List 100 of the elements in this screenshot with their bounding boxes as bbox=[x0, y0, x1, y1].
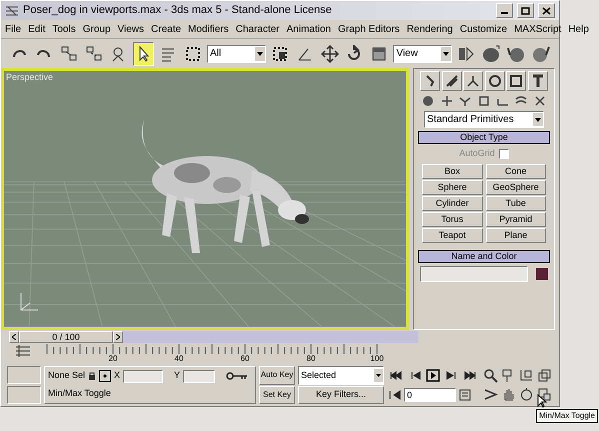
menu-item[interactable]: Graph Editors bbox=[338, 22, 400, 36]
utilities-tab-icon bbox=[530, 74, 545, 88]
x-coordinate-field[interactable] bbox=[123, 370, 164, 382]
caret-icon bbox=[374, 368, 383, 382]
object-type-button[interactable]: Pyramid bbox=[486, 212, 546, 226]
menu-item[interactable]: Views bbox=[118, 22, 144, 36]
selection-filter-dropdown[interactable]: All bbox=[207, 44, 266, 62]
key-filters-button[interactable]: Key Filters... bbox=[298, 386, 384, 404]
frame-tick-label: 80 bbox=[306, 354, 316, 364]
dropdown-value: Standard Primitives bbox=[427, 113, 514, 127]
object-type-button[interactable]: Plane bbox=[486, 228, 546, 242]
command-panel-tab[interactable] bbox=[463, 71, 484, 91]
menu-item[interactable]: Character bbox=[236, 22, 280, 36]
close-icon bbox=[542, 6, 551, 14]
menu-item[interactable]: Rendering bbox=[406, 22, 453, 36]
selection-status: None Sel bbox=[48, 369, 86, 382]
current-frame-field[interactable]: 0 bbox=[404, 388, 456, 402]
frame-tick-label: 20 bbox=[108, 354, 118, 364]
tooltip: Min/Max Toggle bbox=[536, 409, 598, 423]
menu-item[interactable]: Modifiers bbox=[188, 22, 229, 36]
object-type-button[interactable]: Teapot bbox=[422, 228, 482, 242]
object-type-button[interactable]: Cylinder bbox=[422, 196, 482, 210]
command-panel-tab[interactable] bbox=[528, 71, 548, 91]
min-max-toggle-icon[interactable] bbox=[537, 387, 552, 402]
key-icon[interactable] bbox=[226, 371, 248, 381]
object-type-button[interactable]: Sphere bbox=[422, 180, 482, 194]
menu-item[interactable]: Animation bbox=[286, 22, 331, 36]
maximize-icon bbox=[521, 6, 530, 14]
time-slider-thumb[interactable]: 0 / 100 bbox=[19, 331, 113, 343]
auto-key-button[interactable]: Auto Key bbox=[259, 366, 295, 384]
move-arrows-icon bbox=[320, 44, 338, 62]
unlink-icon bbox=[84, 44, 103, 62]
caret-icon bbox=[254, 46, 265, 60]
toolbar-button[interactable] bbox=[132, 42, 154, 66]
minimize-button[interactable] bbox=[496, 3, 513, 18]
y-label: Y bbox=[174, 369, 180, 382]
status-panel bbox=[7, 386, 41, 404]
minimize-icon bbox=[501, 12, 508, 14]
menu-item[interactable]: Create bbox=[151, 22, 182, 36]
window-title: Poser_dog in viewports.max - 3ds max 5 - Stand-alone License bbox=[23, 3, 333, 18]
go-to-end-icon[interactable] bbox=[463, 368, 477, 382]
sphere-icon[interactable] bbox=[421, 94, 435, 108]
status-panel bbox=[7, 366, 41, 384]
lock-icon[interactable] bbox=[88, 371, 96, 381]
key-mode-dropdown[interactable]: Selected bbox=[298, 366, 384, 384]
previous-frame-button[interactable] bbox=[9, 331, 19, 343]
menu-item[interactable]: Group bbox=[82, 22, 111, 36]
zoom-extents-all-icon[interactable] bbox=[537, 368, 552, 383]
caret-icon bbox=[441, 46, 452, 60]
zoom-icon[interactable] bbox=[483, 368, 498, 383]
object-type-button[interactable]: Torus bbox=[422, 212, 482, 226]
dropdown-value: View bbox=[396, 47, 418, 61]
dotted-rectangle-icon bbox=[184, 44, 202, 62]
object-name-field[interactable] bbox=[420, 266, 528, 282]
frame-tick-label: 100 bbox=[370, 354, 384, 364]
rollout-header[interactable]: Object Type bbox=[418, 131, 550, 144]
axis-tripod-icon bbox=[18, 291, 40, 313]
object-color-swatch[interactable] bbox=[536, 268, 548, 280]
autogrid-checkbox[interactable] bbox=[498, 148, 509, 159]
set-key-button[interactable]: Set Key bbox=[259, 386, 295, 404]
menu-item[interactable]: File bbox=[5, 22, 22, 36]
frame-tick-label: 60 bbox=[240, 354, 250, 364]
autogrid-label: AutoGrid bbox=[459, 147, 495, 160]
next-key-icon[interactable] bbox=[444, 368, 458, 382]
menu-item[interactable]: Tools bbox=[52, 22, 76, 36]
command-panel-tab[interactable] bbox=[442, 71, 462, 91]
command-panel-tab[interactable] bbox=[506, 71, 526, 91]
app-logo-icon bbox=[5, 4, 19, 16]
menu-item[interactable]: Customize bbox=[460, 22, 508, 36]
link-icon bbox=[60, 44, 78, 62]
zoom-extents-icon[interactable] bbox=[519, 368, 534, 383]
object-type-button[interactable]: Box bbox=[422, 164, 482, 178]
category-dropdown[interactable]: Standard Primitives bbox=[424, 111, 544, 128]
curve-editor-icon[interactable] bbox=[15, 344, 31, 358]
object-type-button[interactable]: GeoSphere bbox=[486, 180, 546, 194]
prompt-line: Min/Max Toggle bbox=[48, 387, 112, 400]
left-chevron-icon bbox=[12, 334, 16, 340]
menu-item[interactable]: MAXScript bbox=[514, 22, 562, 36]
menu-item[interactable]: Help bbox=[568, 22, 589, 36]
close-button[interactable] bbox=[538, 3, 555, 18]
next-frame-button[interactable] bbox=[113, 331, 123, 343]
crosshair-icon[interactable] bbox=[99, 370, 112, 382]
maximize-button[interactable] bbox=[517, 3, 534, 18]
right-chevron-icon bbox=[116, 334, 120, 340]
object-type-button[interactable]: Cone bbox=[486, 164, 546, 178]
selection-filter-dropdown[interactable]: View bbox=[393, 44, 452, 62]
command-panel-tab[interactable] bbox=[484, 71, 505, 91]
x-label: X bbox=[114, 369, 120, 382]
object-type-button[interactable]: Tube bbox=[486, 196, 546, 210]
go-to-start-icon[interactable] bbox=[389, 368, 403, 382]
dotted-rectangle-icon bbox=[271, 44, 290, 62]
mirror-icon bbox=[457, 44, 476, 62]
command-panel-tab[interactable] bbox=[420, 71, 440, 91]
frame-tick-label: 40 bbox=[174, 354, 184, 364]
rollout-header[interactable]: Name and Color bbox=[418, 250, 550, 262]
hierarchy-tab-icon bbox=[466, 74, 480, 88]
menu-item[interactable]: Edit bbox=[28, 22, 46, 36]
y-coordinate-field[interactable] bbox=[183, 370, 216, 382]
dropdown-value: Selected bbox=[301, 368, 336, 382]
play-icon[interactable] bbox=[426, 368, 440, 382]
